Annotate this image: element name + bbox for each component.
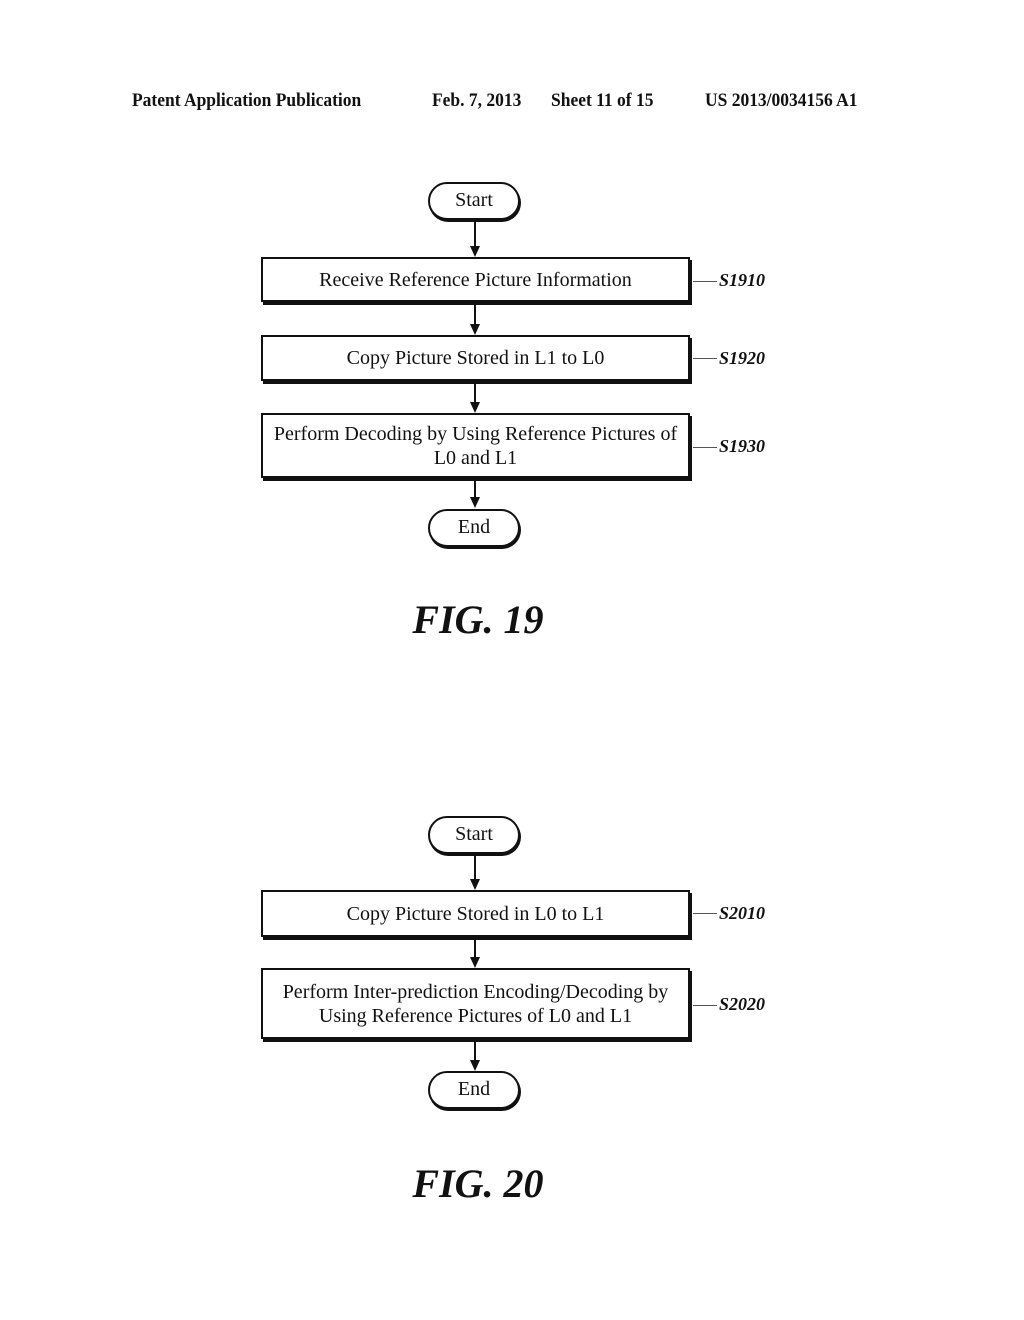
step-label: S1920 xyxy=(719,348,766,368)
arrow-down-icon xyxy=(470,957,480,968)
step-leader-line xyxy=(693,447,717,448)
step-label: S1930 xyxy=(719,436,766,456)
step-label: S2010 xyxy=(719,903,766,923)
arrow-down-icon xyxy=(470,879,480,890)
step-leader-line xyxy=(693,281,717,282)
patent-number: US 2013/0034156 A1 xyxy=(705,90,858,111)
process-step-s1910: Receive Reference Picture Information xyxy=(261,257,690,302)
connector-line xyxy=(474,856,476,880)
arrow-down-icon xyxy=(470,246,480,257)
page-header: Patent Application Publication Feb. 7, 2… xyxy=(0,90,1024,114)
arrow-down-icon xyxy=(470,1060,480,1071)
step-label: S1910 xyxy=(719,270,766,290)
step-leader-line xyxy=(693,358,717,359)
step-leader-line xyxy=(693,913,717,914)
figure-caption: FIG. 19 xyxy=(412,597,544,642)
step-leader-line xyxy=(693,1005,717,1006)
step-label: S2020 xyxy=(719,994,766,1014)
connector-line xyxy=(474,1042,476,1061)
process-step-s1920: Copy Picture Stored in L1 to L0 xyxy=(261,335,690,381)
process-step-s2020: Perform Inter-prediction Encoding/Decodi… xyxy=(261,968,690,1039)
start-terminal: Start xyxy=(428,816,520,854)
end-terminal: End xyxy=(428,1071,520,1109)
publication-date: Feb. 7, 2013 xyxy=(432,90,522,111)
publication-type: Patent Application Publication xyxy=(132,90,362,111)
connector-line xyxy=(474,305,476,326)
arrow-down-icon xyxy=(470,497,480,508)
arrow-down-icon xyxy=(470,324,480,335)
connector-line xyxy=(474,222,476,248)
start-terminal: Start xyxy=(428,182,520,220)
process-step-s1930: Perform Decoding by Using Reference Pict… xyxy=(261,413,690,478)
arrow-down-icon xyxy=(470,402,480,413)
figure-caption: FIG. 20 xyxy=(412,1161,544,1206)
connector-line xyxy=(474,384,476,404)
end-terminal: End xyxy=(428,509,520,547)
process-step-s2010: Copy Picture Stored in L0 to L1 xyxy=(261,890,690,937)
sheet-number: Sheet 11 of 15 xyxy=(551,90,654,111)
